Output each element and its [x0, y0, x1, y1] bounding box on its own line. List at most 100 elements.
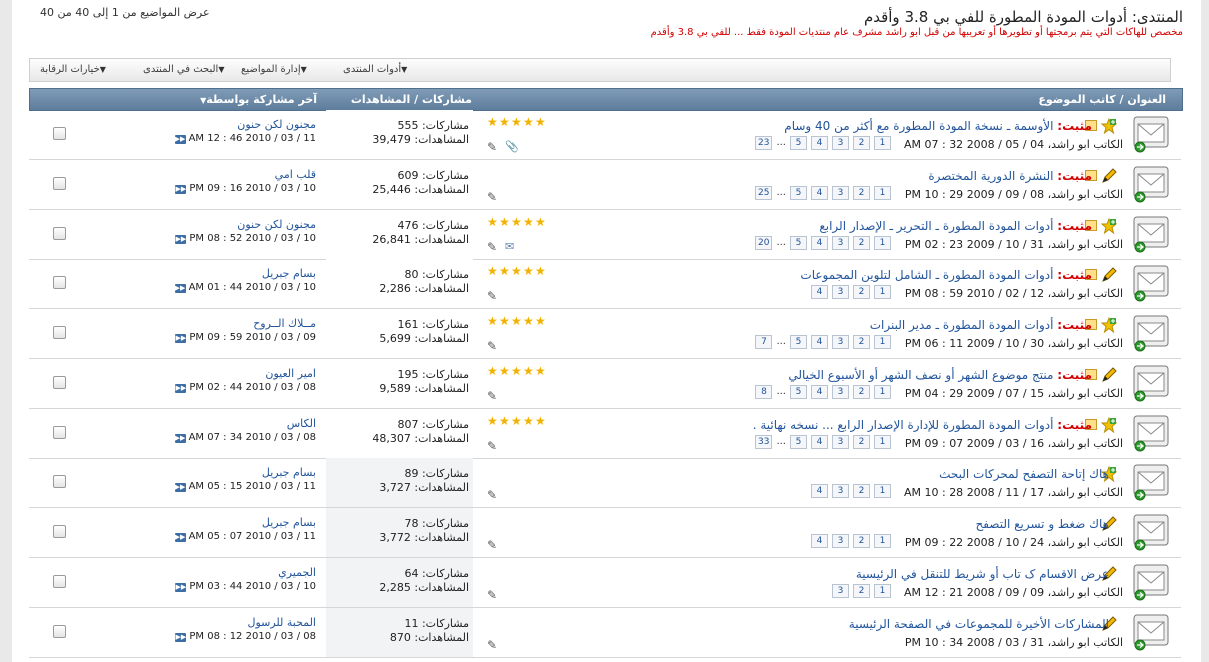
- thread-title-link[interactable]: هاك إتاحة التصفح لمحركات البحث: [939, 467, 1109, 481]
- page-link[interactable]: 8: [755, 384, 773, 399]
- edit-pencil-icon[interactable]: ✎: [487, 488, 497, 502]
- edit-pencil-icon[interactable]: ✎: [487, 190, 497, 204]
- last-post-user[interactable]: قلب امي: [175, 168, 316, 181]
- author-name[interactable]: ابو راشد: [1051, 337, 1090, 350]
- thread-select-checkbox[interactable]: [53, 127, 66, 140]
- attachment-icon[interactable]: 📎: [505, 140, 519, 153]
- edit-pencil-icon[interactable]: ✎: [487, 588, 497, 602]
- page-link[interactable]: 5: [790, 434, 807, 449]
- thread-status-envelope-icon[interactable]: [1133, 463, 1169, 501]
- last-post-user[interactable]: مجنون لكن حنون: [175, 118, 316, 131]
- page-link[interactable]: 3: [832, 136, 849, 150]
- thread-title-link[interactable]: أدوات المودة المطورة ـ التحرير ـ الإصدار…: [819, 219, 1053, 233]
- page-link[interactable]: 3: [832, 235, 849, 250]
- thread-select-checkbox[interactable]: [53, 176, 66, 190]
- edit-pencil-icon[interactable]: ✎: [487, 389, 497, 403]
- author-name[interactable]: ابو راشد: [1051, 536, 1090, 549]
- page-link[interactable]: 2: [853, 484, 870, 499]
- go-to-last-post-icon[interactable]: ▶▶: [175, 383, 187, 393]
- page-link[interactable]: 2: [853, 285, 870, 300]
- thread-select-checkbox[interactable]: [53, 226, 66, 240]
- go-to-last-post-icon[interactable]: ▶▶: [174, 483, 186, 493]
- page-link[interactable]: 2: [853, 384, 870, 399]
- page-link[interactable]: 1: [874, 335, 891, 349]
- go-to-last-post-icon[interactable]: ▶▶: [175, 234, 187, 244]
- page-link[interactable]: 23: [755, 136, 773, 150]
- edit-pencil-icon[interactable]: ✎: [487, 140, 497, 154]
- thread-status-envelope-icon[interactable]: [1133, 613, 1169, 651]
- last-post-user[interactable]: الكاس: [175, 417, 316, 430]
- page-link[interactable]: 3: [832, 583, 849, 598]
- edit-pencil-icon[interactable]: ✎: [487, 339, 497, 353]
- column-title-author[interactable]: العنوان / كاتب الموضوع: [1038, 93, 1166, 106]
- moderation-options-menu[interactable]: ▼خيارات الرقابة: [40, 64, 106, 75]
- thread-title-link[interactable]: المشاركات الأخيرة للمجموعات في الصفحة ال…: [849, 617, 1109, 631]
- thread-status-envelope-icon[interactable]: [1133, 314, 1169, 352]
- page-link[interactable]: 3: [832, 335, 849, 349]
- page-link[interactable]: 7: [755, 335, 773, 349]
- page-link[interactable]: 2: [853, 434, 870, 449]
- page-link[interactable]: 2: [853, 136, 870, 150]
- search-forum-menu[interactable]: ▼البحث في المنتدى: [143, 64, 224, 75]
- thread-status-envelope-icon[interactable]: [1133, 563, 1169, 601]
- edit-pencil-icon[interactable]: ✎: [487, 538, 497, 552]
- thread-select-checkbox[interactable]: [53, 326, 66, 339]
- go-to-last-post-icon[interactable]: ▶▶: [174, 135, 186, 144]
- thread-select-checkbox[interactable]: [53, 475, 66, 489]
- page-link[interactable]: 4: [811, 434, 828, 449]
- thread-select-checkbox[interactable]: [53, 375, 66, 389]
- edit-pencil-icon[interactable]: ✎: [487, 240, 497, 254]
- page-link[interactable]: 1: [874, 185, 891, 200]
- go-to-last-post-icon[interactable]: ▶▶: [175, 632, 187, 642]
- last-post-user[interactable]: بسام جبريل: [175, 267, 316, 280]
- page-link[interactable]: 4: [811, 335, 828, 349]
- go-to-last-post-icon[interactable]: ▶▶: [174, 533, 186, 542]
- edit-pencil-icon[interactable]: ✎: [487, 439, 497, 453]
- thread-select-checkbox[interactable]: [53, 574, 66, 588]
- author-name[interactable]: ابو راشد: [1051, 586, 1090, 599]
- page-link[interactable]: 4: [811, 285, 828, 300]
- page-link[interactable]: 2: [853, 534, 870, 548]
- page-link[interactable]: 3: [832, 185, 849, 200]
- page-link[interactable]: 1: [874, 434, 891, 449]
- page-link[interactable]: 1: [874, 484, 891, 499]
- thread-management-menu[interactable]: ▼إدارة المواضيع: [241, 64, 307, 75]
- page-link[interactable]: 4: [811, 136, 828, 150]
- page-link[interactable]: 4: [811, 235, 828, 250]
- go-to-last-post-icon[interactable]: ▶▶: [175, 184, 187, 194]
- thread-title-link[interactable]: الأوسمة ـ نسخة المودة المطورة مع أكثر من…: [784, 119, 1053, 133]
- mail-icon[interactable]: ✉: [505, 240, 514, 253]
- thread-title-link[interactable]: النشرة الدورية المختصرة: [928, 169, 1053, 183]
- last-post-user[interactable]: مــلاك الــروح: [175, 317, 316, 330]
- page-link[interactable]: 4: [811, 384, 828, 399]
- thread-status-envelope-icon[interactable]: [1133, 215, 1169, 253]
- page-link[interactable]: 4: [811, 534, 828, 548]
- page-link[interactable]: 5: [790, 136, 807, 150]
- last-post-user[interactable]: المحبة للرسول: [175, 616, 316, 629]
- page-link[interactable]: 3: [832, 534, 849, 548]
- page-link[interactable]: 5: [790, 235, 807, 250]
- page-link[interactable]: 2: [853, 583, 870, 598]
- column-posts-views[interactable]: مشاركات / المشاهدات: [351, 93, 472, 106]
- page-link[interactable]: 1: [874, 136, 891, 150]
- author-name[interactable]: ابو راشد: [1051, 287, 1090, 300]
- page-link[interactable]: 2: [853, 185, 870, 200]
- edit-pencil-icon[interactable]: ✎: [487, 638, 497, 652]
- author-name[interactable]: ابو راشد: [1051, 188, 1090, 201]
- thread-title-link[interactable]: هاك ضغط و تسريع التصفح: [975, 517, 1109, 531]
- thread-select-checkbox[interactable]: [53, 276, 66, 290]
- thread-select-checkbox[interactable]: [53, 624, 66, 638]
- thread-title-link[interactable]: أدوات المودة المطورة ـ الشامل لتلوين الم…: [800, 268, 1053, 282]
- thread-select-checkbox[interactable]: [53, 425, 66, 439]
- go-to-last-post-icon[interactable]: ▶▶: [175, 582, 187, 592]
- author-name[interactable]: ابو راشد: [1051, 387, 1090, 400]
- thread-title-link[interactable]: منتج موضوع الشهر أو نصف الشهر أو الأسبوع…: [788, 368, 1053, 382]
- last-post-user[interactable]: بسام جبريل: [175, 466, 316, 479]
- thread-title-link[interactable]: عرض الاقسام ک تاب أو شريط للتنقل في الرئ…: [856, 567, 1109, 581]
- thread-status-envelope-icon[interactable]: [1133, 165, 1169, 203]
- last-post-user[interactable]: امير العيون: [175, 367, 316, 380]
- go-to-last-post-icon[interactable]: ▶▶: [175, 334, 187, 343]
- author-name[interactable]: ابو راشد: [1051, 238, 1090, 251]
- page-link[interactable]: 5: [790, 335, 807, 349]
- page-link[interactable]: 4: [811, 484, 828, 499]
